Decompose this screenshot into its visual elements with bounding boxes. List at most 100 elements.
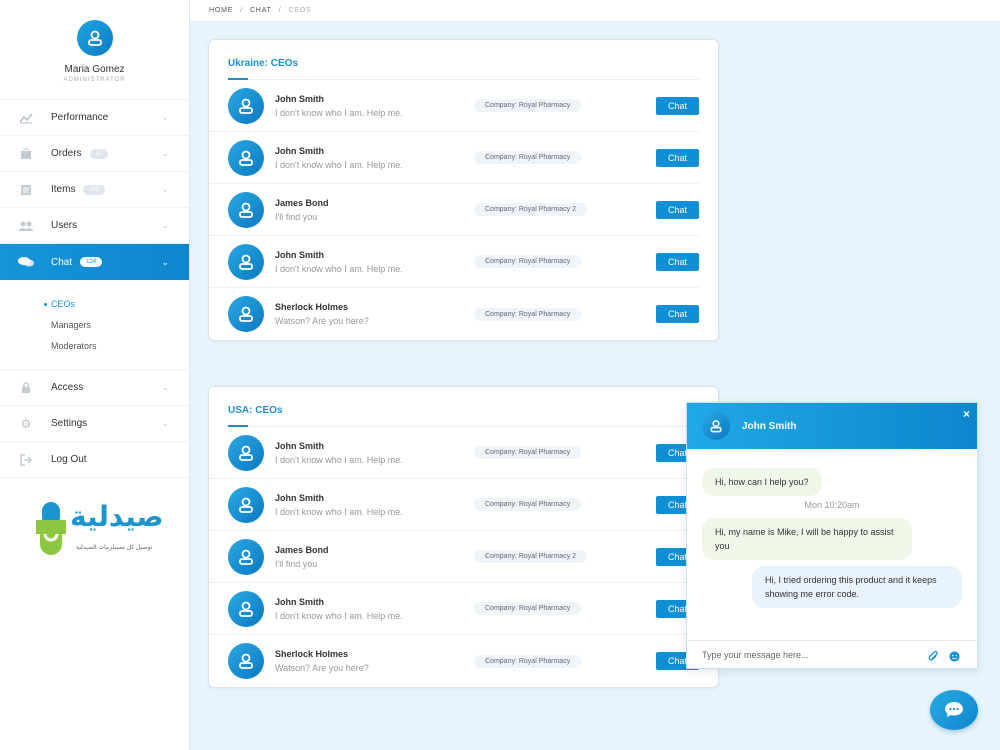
message-timestamp: Mon 10:20am xyxy=(804,500,860,510)
orders-icon xyxy=(18,148,34,160)
nav-label: Access xyxy=(51,382,84,393)
items-icon xyxy=(18,184,34,196)
user-icon xyxy=(239,98,253,114)
pharmacy-logo: صيدلية توصيل كل مستلزمات الصيدلية xyxy=(36,500,164,560)
contact-name: Sherlock Holmes xyxy=(275,302,349,312)
emoji-icon[interactable] xyxy=(949,649,960,667)
user-icon xyxy=(239,306,253,322)
contact-last-message: I don't know who I am. Help me. xyxy=(275,263,403,274)
chat-button[interactable]: Chat xyxy=(656,252,699,271)
contact-info: John Smith I don't know who I am. Help me… xyxy=(275,441,474,465)
chevron-down-icon: ⌄ xyxy=(161,418,169,428)
user-icon xyxy=(239,202,253,218)
contact-info: James Bond I'll find you xyxy=(275,198,474,222)
nav-users[interactable]: Users ⌄ xyxy=(0,208,189,244)
contact-row: John Smith I don't know who I am. Help me… xyxy=(209,479,699,531)
chevron-down-icon: ⌄ xyxy=(161,148,169,158)
company-tag: Company: Royal Pharmacy xyxy=(474,255,582,268)
subnav-managers[interactable]: Managers xyxy=(0,315,189,336)
contact-row: John Smith I don't know who I am. Help me… xyxy=(209,236,699,288)
user-icon xyxy=(239,601,253,617)
contact-avatar[interactable] xyxy=(228,486,264,523)
count-badge: 12 xyxy=(89,148,109,159)
chat-composer xyxy=(687,640,977,668)
contact-avatar[interactable] xyxy=(228,296,264,332)
contact-info: James Bond I'll find you xyxy=(275,545,474,569)
chevron-down-icon: ⌄ xyxy=(161,184,169,194)
chat-icon xyxy=(18,256,34,268)
nav-access[interactable]: Access ⌄ xyxy=(0,370,189,406)
nav-label: Log Out xyxy=(51,454,87,465)
breadcrumb-separator: / xyxy=(278,7,282,14)
nav-items[interactable]: Items 200 ⌄ xyxy=(0,172,189,208)
nav-logout[interactable]: Log Out xyxy=(0,442,189,478)
contact-row: John Smith I don't know who I am. Help me… xyxy=(209,583,699,635)
contact-name: John Smith xyxy=(275,440,324,451)
paperclip-icon[interactable] xyxy=(928,649,939,667)
chat-button[interactable]: Chat xyxy=(656,148,699,167)
contact-name: John Smith xyxy=(275,249,324,260)
user-icon xyxy=(87,30,102,46)
outgoing-message: Hi, I tried ordering this product and it… xyxy=(752,566,962,608)
contact-last-message: I'll find you xyxy=(275,558,318,569)
logout-icon xyxy=(18,453,34,466)
contact-avatar[interactable] xyxy=(228,590,264,627)
contact-avatar[interactable] xyxy=(228,643,264,679)
contact-last-message: I don't know who I am. Help me. xyxy=(275,107,403,118)
contact-avatar[interactable] xyxy=(228,191,264,228)
contact-avatar[interactable] xyxy=(228,243,264,280)
speech-bubble-icon xyxy=(945,702,963,717)
gear-icon: ⚙ xyxy=(20,416,32,431)
contact-name: James Bond xyxy=(275,544,329,555)
contact-avatar[interactable] xyxy=(228,139,264,176)
contact-info: John Smith I don't know who I am. Help me… xyxy=(275,250,474,274)
nav-settings[interactable]: ⚙ Settings ⌄ xyxy=(0,406,189,442)
contact-row: John Smith I don't know who I am. Help me… xyxy=(209,80,699,132)
message-input[interactable] xyxy=(702,649,912,660)
company-tag: Company: Royal Pharmacy xyxy=(474,602,582,615)
close-icon[interactable]: × xyxy=(963,407,970,421)
logo-text: صيدلية xyxy=(70,500,164,533)
user-icon xyxy=(239,497,253,513)
nav-label: Chat xyxy=(51,256,73,268)
usa-ceos-card: USA: CEOs John Smith I don't know who I a… xyxy=(208,386,719,688)
contact-name: John Smith xyxy=(275,93,324,104)
user-profile: Maria Gomez ADMINISTRATOR xyxy=(0,0,189,100)
users-icon xyxy=(18,220,34,232)
contact-name: John Smith xyxy=(275,596,324,607)
capsule-logo-icon xyxy=(36,502,66,555)
subnav-moderators[interactable]: Moderators xyxy=(0,336,189,357)
breadcrumb-chat[interactable]: CHAT xyxy=(250,7,272,14)
card-title: Ukraine: CEOs xyxy=(209,40,718,80)
breadcrumb-home[interactable]: HOME xyxy=(209,7,233,14)
company-tag: Company: Royal Pharmacy xyxy=(474,446,582,459)
open-chat-button[interactable] xyxy=(930,690,978,730)
contact-last-message: I don't know who I am. Help me. xyxy=(275,454,403,465)
logo-tagline: توصيل كل مستلزمات الصيدلية xyxy=(76,544,153,551)
company-tag: Company: Royal Pharmacy xyxy=(474,151,582,164)
nav-chat[interactable]: Chat 124 ⌄ xyxy=(0,244,189,280)
chat-button[interactable]: Chat xyxy=(656,200,699,219)
contact-last-message: I don't know who I am. Help me. xyxy=(275,610,403,621)
user-icon xyxy=(239,653,253,669)
contact-avatar[interactable] xyxy=(228,538,264,575)
subnav-ceos[interactable]: CEOs xyxy=(0,294,189,315)
nav-label: Performance xyxy=(51,112,109,123)
nav-label: Settings xyxy=(51,418,88,429)
chat-button[interactable]: Chat xyxy=(656,305,699,323)
nav-orders[interactable]: Orders 12 ⌄ xyxy=(0,136,189,172)
contact-avatar[interactable] xyxy=(228,87,264,124)
contact-info: John Smith I don't know who I am. Help me… xyxy=(275,597,474,621)
contact-row: James Bond I'll find you Company: Royal Ph… xyxy=(209,184,699,236)
nav-performance[interactable]: Performance ⌄ xyxy=(0,100,189,136)
contact-last-message: I don't know who I am. Help me. xyxy=(275,159,403,170)
chevron-down-icon: ⌄ xyxy=(161,220,169,230)
contact-last-message: I'll find you xyxy=(275,211,318,222)
contact-info: John Smith I don't know who I am. Help me… xyxy=(275,493,474,517)
contact-last-message: I don't know who I am. Help me. xyxy=(275,506,403,517)
contact-last-message: Watson? Are you here? xyxy=(275,663,369,673)
user-icon xyxy=(239,549,253,565)
contact-avatar[interactable] xyxy=(228,434,264,471)
user-avatar[interactable] xyxy=(76,20,113,56)
chat-button[interactable]: Chat xyxy=(656,96,699,115)
